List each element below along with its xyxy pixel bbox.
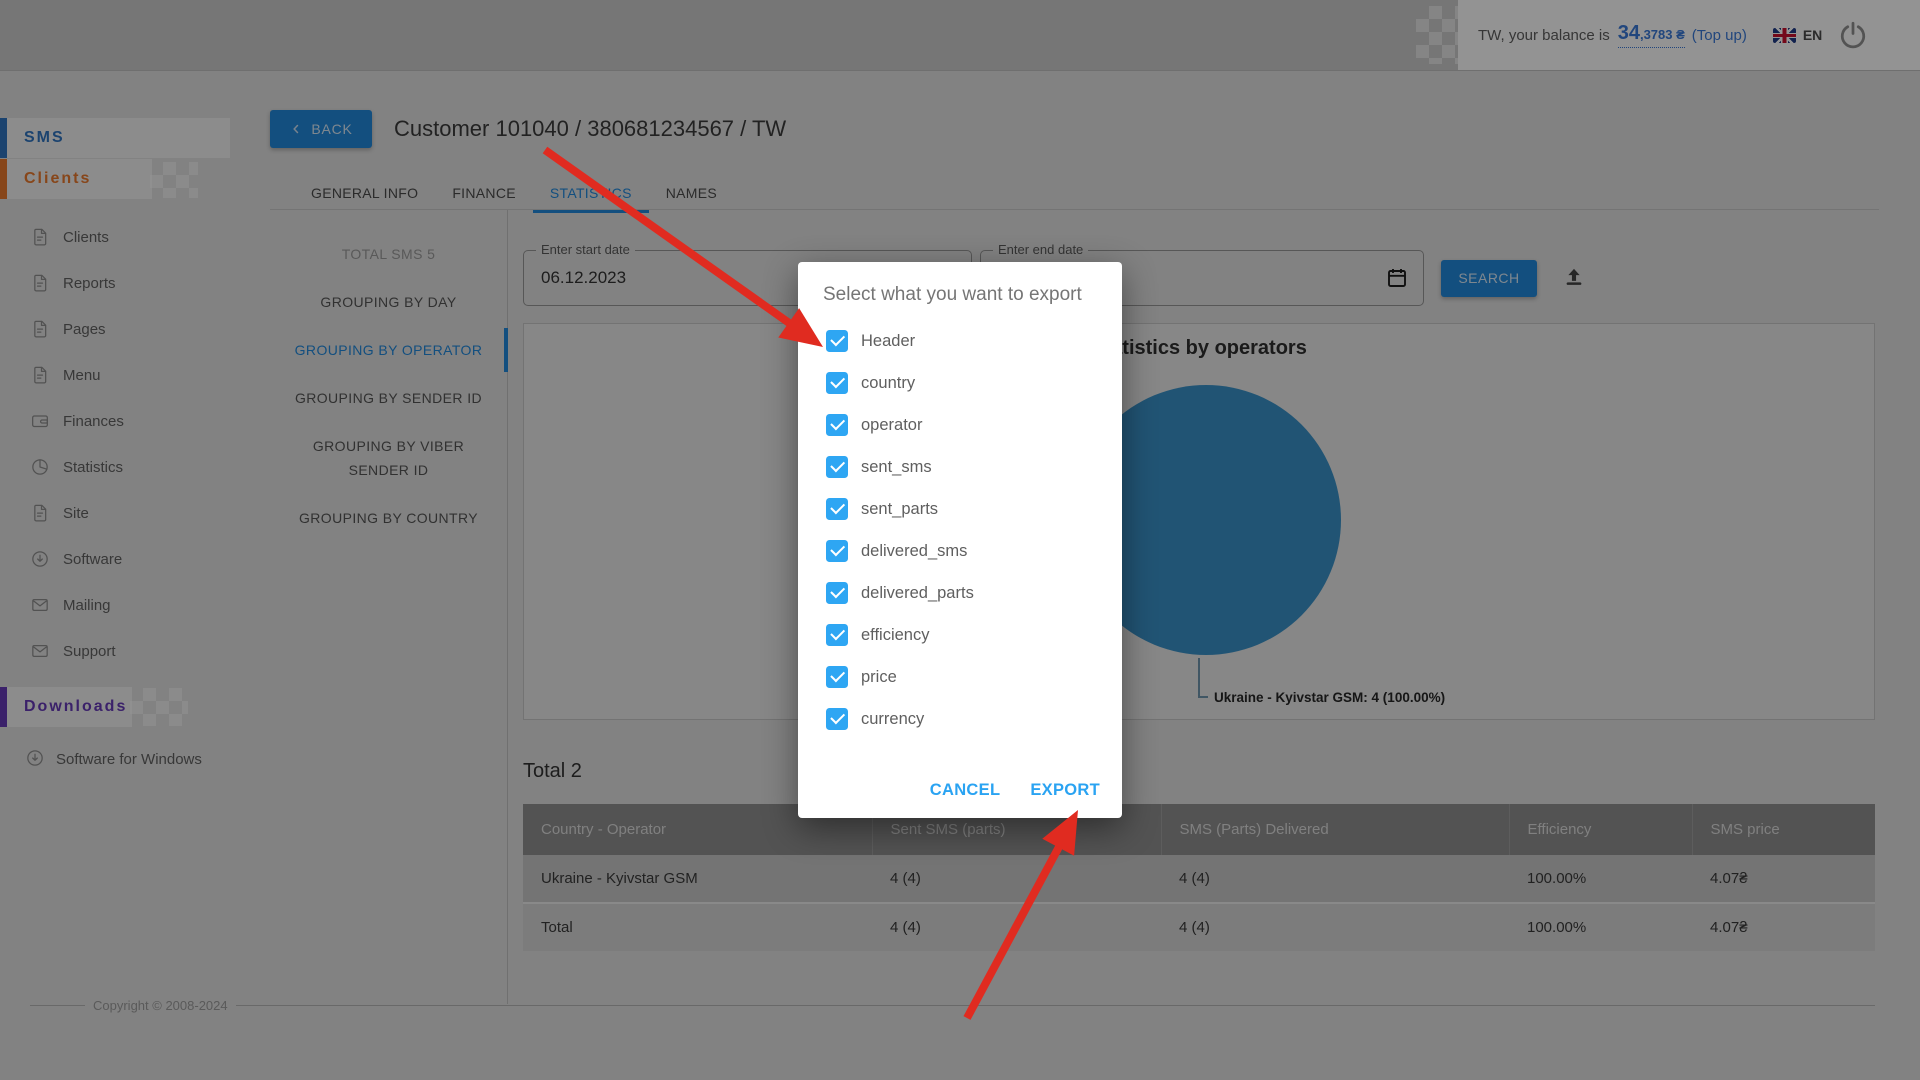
checkbox-checked[interactable] [826,498,848,520]
option-label: sent_parts [861,500,938,519]
export-option-price[interactable]: price [826,666,974,688]
export-option-efficiency[interactable]: efficiency [826,624,974,646]
export-option-operator[interactable]: operator [826,414,974,436]
export-option-country[interactable]: country [826,372,974,394]
checkbox-checked[interactable] [826,708,848,730]
option-label: efficiency [861,626,929,645]
dialog-actions: CANCEL EXPORT [930,781,1100,800]
option-label: currency [861,710,924,729]
option-label: country [861,374,915,393]
checkbox-checked[interactable] [826,414,848,436]
export-option-currency[interactable]: currency [826,708,974,730]
export-option-delivered-sms[interactable]: delivered_sms [826,540,974,562]
export-options-list: Header country operator sent_sms sent_pa… [826,330,974,730]
checkbox-checked[interactable] [826,666,848,688]
app-window: TW, your balance is 34,3783 ₴ (Top up) E… [0,0,1920,1080]
option-label: delivered_parts [861,584,974,603]
checkbox-checked[interactable] [826,582,848,604]
export-dialog: Select what you want to export Header co… [798,262,1122,818]
cancel-button[interactable]: CANCEL [930,781,1001,800]
export-option-sent-sms[interactable]: sent_sms [826,456,974,478]
export-dialog-title: Select what you want to export [823,284,1082,306]
checkbox-checked[interactable] [826,372,848,394]
checkbox-checked[interactable] [826,540,848,562]
export-option-delivered-parts[interactable]: delivered_parts [826,582,974,604]
option-label: delivered_sms [861,542,967,561]
checkbox-checked[interactable] [826,624,848,646]
option-label: Header [861,332,915,351]
option-label: sent_sms [861,458,932,477]
checkbox-checked[interactable] [826,330,848,352]
checkbox-checked[interactable] [826,456,848,478]
option-label: price [861,668,897,687]
export-option-sent-parts[interactable]: sent_parts [826,498,974,520]
option-label: operator [861,416,922,435]
export-button[interactable]: EXPORT [1030,781,1100,800]
export-option-header[interactable]: Header [826,330,974,352]
